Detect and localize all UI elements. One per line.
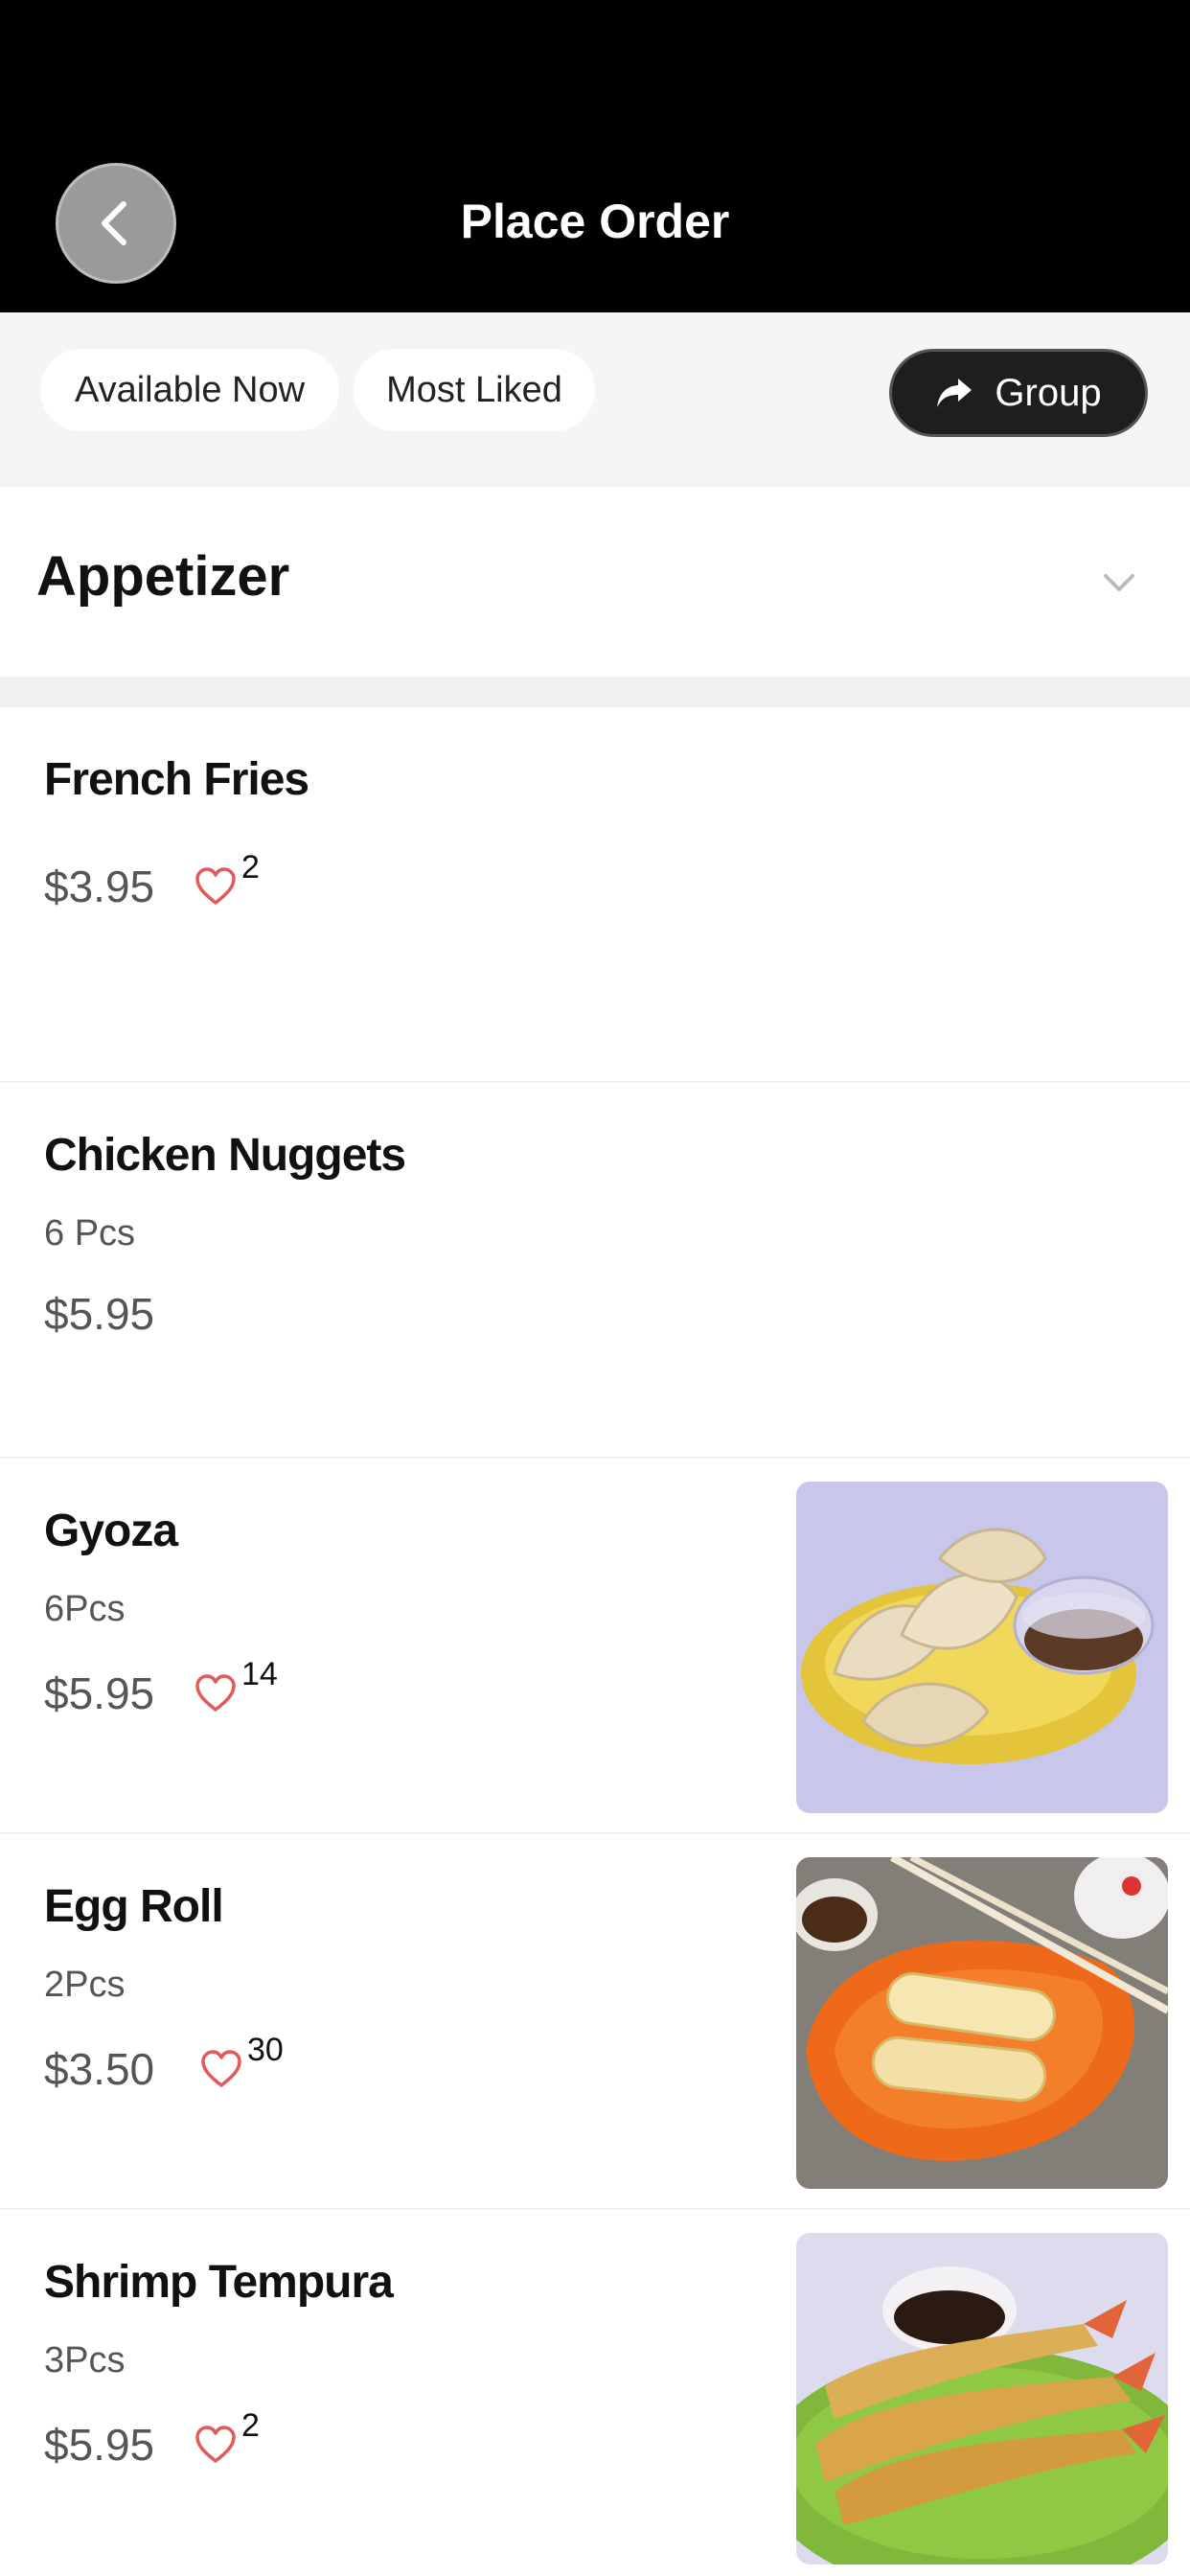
filter-bar: Available Now Most Liked Group bbox=[0, 312, 1190, 487]
like-count: 2 bbox=[241, 2407, 260, 2444]
page-title: Place Order bbox=[460, 195, 730, 248]
item-photo-shrimp-tempura[interactable] bbox=[796, 2233, 1168, 2564]
item-price: $3.95 bbox=[44, 862, 155, 911]
top-nav-bar: Place Order bbox=[0, 0, 1190, 312]
menu-item-shrimp-tempura[interactable]: Shrimp Tempura 3Pcs $5.95 2 bbox=[0, 2210, 1190, 2576]
item-description: 3Pcs bbox=[44, 2340, 126, 2380]
like-count: 14 bbox=[241, 1656, 278, 1692]
like-count: 2 bbox=[241, 849, 260, 886]
item-name: Shrimp Tempura bbox=[44, 2257, 394, 2308]
heart-icon bbox=[195, 1674, 236, 1712]
category-title: Appetizer bbox=[36, 545, 290, 608]
share-arrow-icon bbox=[937, 379, 973, 407]
menu-item-egg-roll[interactable]: Egg Roll 2Pcs $3.50 30 bbox=[0, 1834, 1190, 2210]
item-photo-gyoza[interactable] bbox=[796, 1482, 1168, 1813]
group-button[interactable]: Group bbox=[889, 349, 1148, 437]
item-price: $5.95 bbox=[44, 1668, 155, 1718]
heart-icon bbox=[195, 2426, 236, 2463]
item-name: Chicken Nuggets bbox=[44, 1130, 406, 1181]
like-counter[interactable]: 2 bbox=[194, 2407, 260, 2465]
item-name: Egg Roll bbox=[44, 1881, 224, 1932]
item-price: $3.50 bbox=[44, 2044, 155, 2094]
menu-item-french-fries[interactable]: French Fries $3.95 2 bbox=[0, 707, 1190, 1083]
item-name: Gyoza bbox=[44, 1506, 178, 1556]
filter-chip-available-now[interactable]: Available Now bbox=[40, 349, 339, 431]
item-description: 6Pcs bbox=[44, 1589, 126, 1629]
item-price: $5.95 bbox=[44, 2420, 155, 2470]
chevron-down-icon bbox=[1104, 574, 1134, 591]
category-header[interactable]: Appetizer bbox=[0, 487, 1190, 677]
item-price: $5.95 bbox=[44, 1289, 155, 1339]
item-description: 2Pcs bbox=[44, 1965, 126, 2005]
like-counter[interactable]: 2 bbox=[194, 849, 260, 907]
heart-icon bbox=[201, 2050, 241, 2087]
like-counter[interactable]: 14 bbox=[194, 1656, 278, 1714]
heart-icon bbox=[195, 867, 236, 905]
filter-chip-most-liked[interactable]: Most Liked bbox=[354, 349, 595, 431]
like-counter[interactable]: 30 bbox=[199, 2032, 284, 2089]
group-button-label: Group bbox=[995, 371, 1102, 414]
item-name: French Fries bbox=[44, 754, 309, 805]
item-photo-egg-roll[interactable] bbox=[796, 1857, 1168, 2189]
menu-item-chicken-nuggets[interactable]: Chicken Nuggets 6 Pcs $5.95 bbox=[0, 1083, 1190, 1459]
section-divider bbox=[0, 677, 1190, 707]
like-count: 30 bbox=[247, 2032, 284, 2068]
item-description: 6 Pcs bbox=[44, 1213, 136, 1254]
menu-item-gyoza[interactable]: Gyoza 6Pcs $5.95 14 bbox=[0, 1459, 1190, 1834]
